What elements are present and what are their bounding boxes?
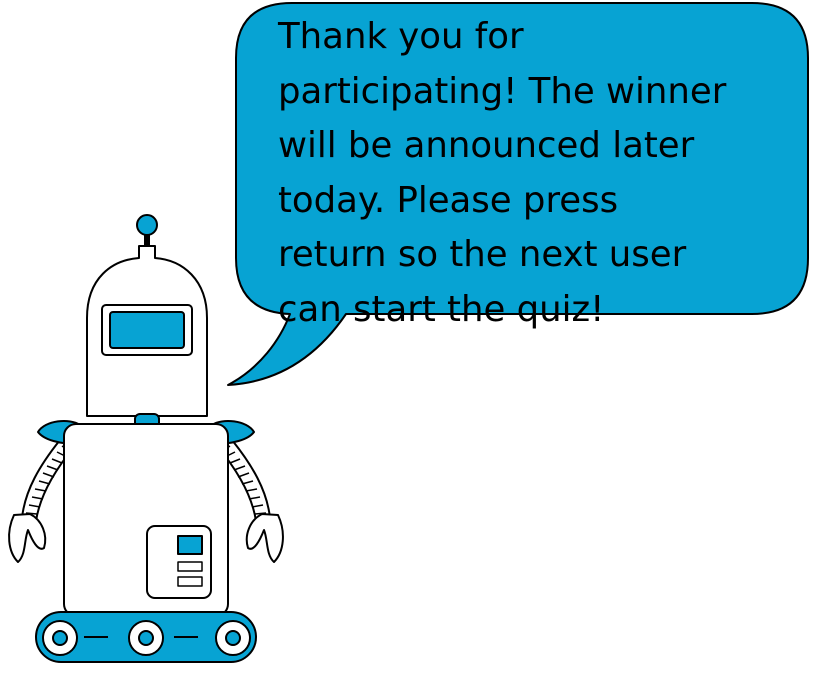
robot-body [63, 423, 229, 617]
robot-visor-screen [109, 311, 185, 349]
speech-bubble-text: Thank you for participating! The winner … [278, 10, 798, 337]
wheel-right [215, 620, 251, 656]
antenna-ball [136, 214, 158, 236]
panel-indicator [177, 535, 203, 555]
wheel-left [42, 620, 78, 656]
robot-head [86, 245, 208, 417]
robot-tread [35, 611, 257, 663]
speech-line: today. Please press [278, 179, 619, 221]
speech-line: can start the quiz! [278, 288, 605, 330]
robot-right-claw [245, 513, 284, 563]
speech-line: return so the next user [278, 234, 687, 275]
wheel-middle [128, 620, 164, 656]
speech-line: Thank you for [278, 16, 524, 57]
panel-slot-1 [177, 561, 203, 572]
robot-left-claw [8, 513, 47, 563]
antenna [136, 214, 158, 246]
panel-slot-2 [177, 576, 203, 587]
speech-line: will be announced later [278, 125, 695, 166]
speech-line: participating! The winner [278, 70, 727, 112]
robot-control-panel [146, 525, 212, 599]
